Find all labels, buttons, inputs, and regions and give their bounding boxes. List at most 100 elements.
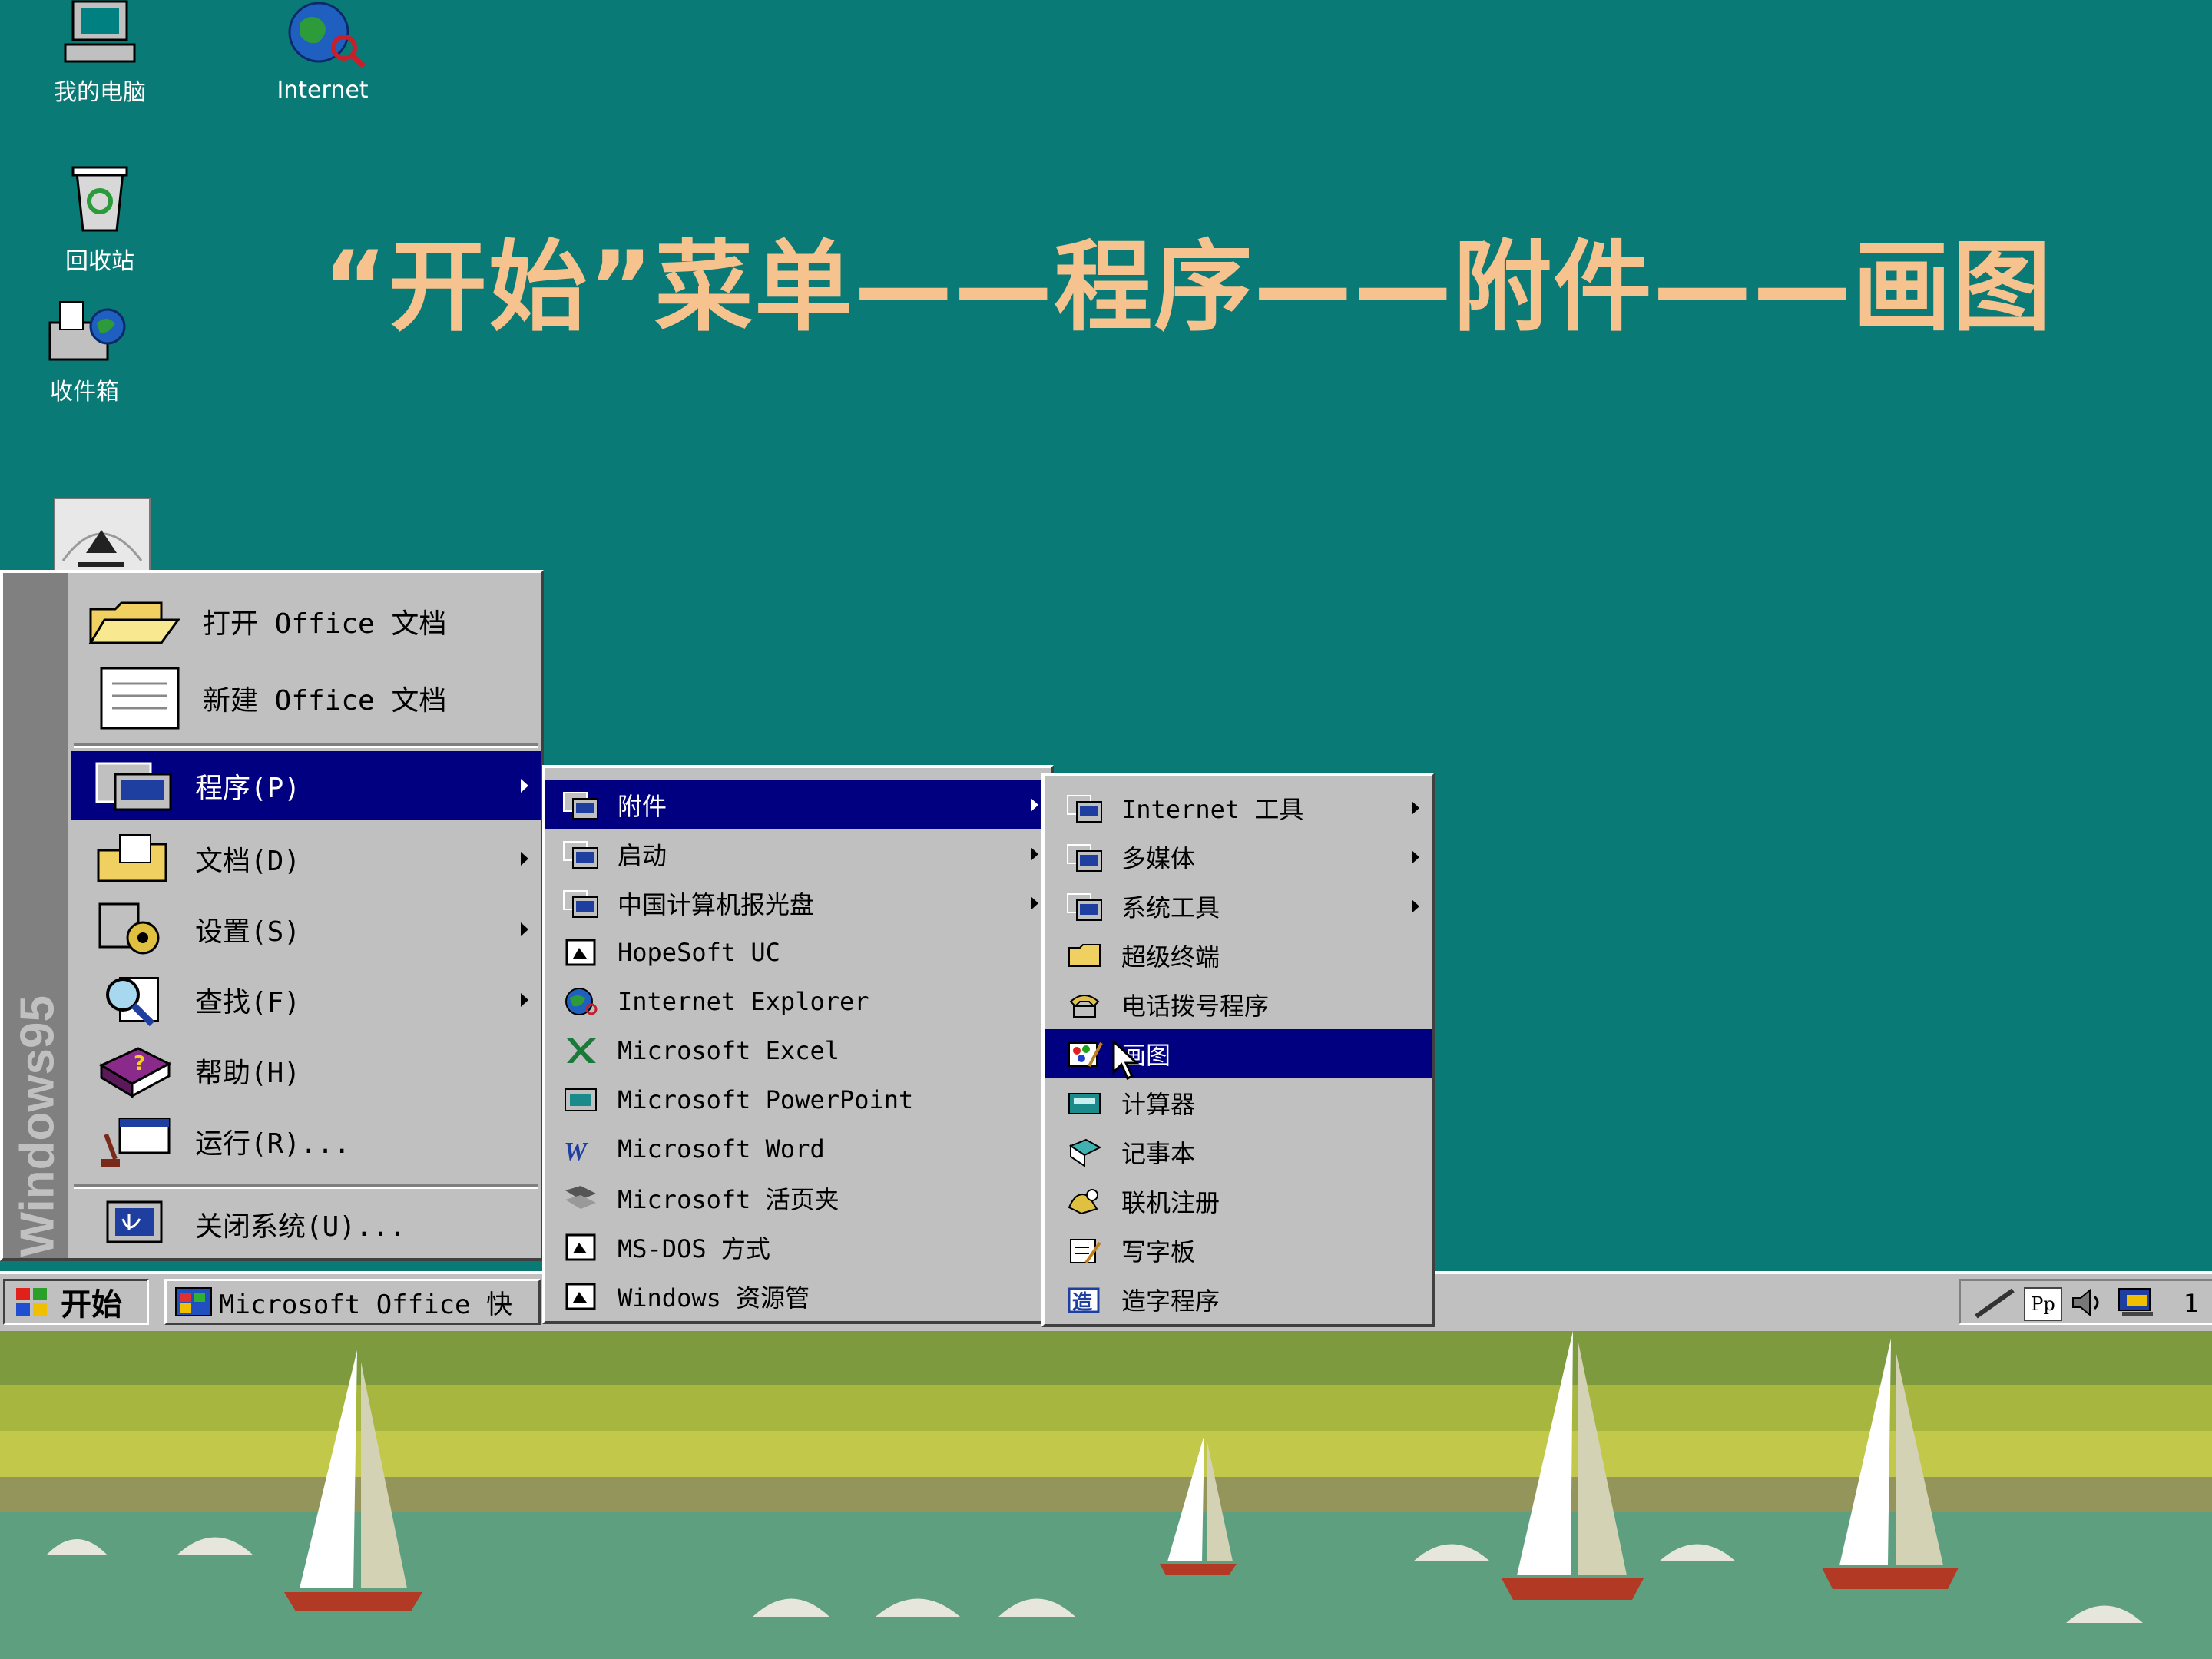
menu-item-cd-group[interactable]: 中国计算机报光盘 bbox=[545, 879, 1051, 928]
start-menu-banner-text: Windows95 bbox=[11, 995, 65, 1257]
menu-item-label: 系统工具 bbox=[1121, 893, 1220, 922]
menu-item-excel[interactable]: Microsoft Excel bbox=[545, 1026, 1051, 1075]
menu-item-label: 超级终端 bbox=[1121, 942, 1220, 972]
menu-item-label: 多媒体 bbox=[1121, 844, 1196, 873]
menu-item-label: 新建 Office 文档 bbox=[203, 685, 447, 717]
menu-item-hyperterminal[interactable]: 超级终端 bbox=[1045, 931, 1432, 980]
program-group-icon bbox=[1067, 795, 1102, 823]
desktop-icon-recycle-bin[interactable]: 回收站 bbox=[15, 161, 184, 276]
menu-item-powerpoint[interactable]: Microsoft PowerPoint bbox=[545, 1075, 1051, 1124]
menu-item-accessories[interactable]: 附件 bbox=[545, 780, 1051, 830]
menu-item-paint[interactable]: 画图 bbox=[1045, 1029, 1432, 1078]
menu-item-msdos[interactable]: MS-DOS 方式 bbox=[545, 1223, 1051, 1272]
menu-item-label: HopeSoft UC bbox=[618, 938, 780, 967]
help-book-icon: ? bbox=[98, 1047, 172, 1098]
volume-icon[interactable] bbox=[2068, 1286, 2107, 1320]
input-method-icon[interactable]: Pp bbox=[2024, 1287, 2062, 1321]
menu-item-label: 帮助(H) bbox=[195, 1058, 301, 1089]
slide-title: “开始”菜单——程序——附件——画图 bbox=[323, 230, 2053, 345]
calculator-icon bbox=[1068, 1093, 1101, 1114]
network-icon[interactable] bbox=[2114, 1286, 2161, 1320]
menu-item-calculator[interactable]: 计算器 bbox=[1045, 1078, 1432, 1128]
powerpoint-icon bbox=[565, 1088, 597, 1111]
menu-item-label: Microsoft PowerPoint bbox=[618, 1085, 914, 1114]
wordpad-icon bbox=[1070, 1239, 1101, 1264]
menu-item-label: 附件 bbox=[618, 792, 667, 821]
svg-text:造: 造 bbox=[1072, 1291, 1092, 1314]
menu-item-hopesoft-uc[interactable]: HopeSoft UC bbox=[545, 928, 1051, 977]
desktop-icon-label: 收件箱 bbox=[50, 379, 119, 406]
submenu-arrow-icon bbox=[1412, 899, 1419, 913]
submenu-arrow-icon bbox=[521, 852, 528, 866]
submenu-arrow-icon bbox=[1412, 850, 1419, 864]
menu-item-shutdown[interactable]: 关闭系统(U)... bbox=[71, 1192, 541, 1257]
menu-item-documents[interactable]: 文档(D) bbox=[71, 826, 541, 891]
menu-item-online-registration[interactable]: 联机注册 bbox=[1045, 1177, 1432, 1226]
program-group-icon bbox=[563, 841, 598, 869]
menu-item-wordpad[interactable]: 写字板 bbox=[1045, 1226, 1432, 1275]
menu-item-binder[interactable]: Microsoft 活页夹 bbox=[545, 1174, 1051, 1223]
menu-item-startup[interactable]: 启动 bbox=[545, 830, 1051, 879]
mouse-cursor-icon bbox=[1112, 1040, 1140, 1081]
menu-item-run[interactable]: 运行(R)... bbox=[71, 1109, 541, 1174]
shortcut-picture-icon bbox=[61, 530, 143, 567]
submenu-arrow-icon bbox=[521, 993, 528, 1007]
menu-item-notepad[interactable]: 记事本 bbox=[1045, 1128, 1432, 1177]
taskbar-task-button[interactable]: Microsoft Office 快 bbox=[164, 1279, 541, 1325]
menu-item-open-office-document[interactable]: 打开 Office 文档 bbox=[71, 587, 541, 656]
start-button[interactable]: 开始 bbox=[3, 1279, 149, 1325]
menu-item-label: Microsoft 活页夹 bbox=[618, 1185, 839, 1214]
internet-globe-icon bbox=[288, 2, 366, 68]
menu-item-internet-tools[interactable]: Internet 工具 bbox=[1045, 783, 1432, 833]
submenu-arrow-icon bbox=[521, 922, 528, 936]
submenu-arrow-icon bbox=[521, 779, 528, 793]
desktop-shortcut-icon[interactable] bbox=[54, 498, 151, 571]
menu-item-label: 中国计算机报光盘 bbox=[618, 890, 815, 919]
start-menu: Windows95 打开 Office 文档 新建 Office 文档 程序(P… bbox=[0, 570, 544, 1261]
desktop-icon-inbox[interactable]: 收件箱 bbox=[0, 296, 169, 406]
menu-item-word[interactable]: W Microsoft Word bbox=[545, 1124, 1051, 1174]
menu-item-label: 记事本 bbox=[1121, 1139, 1196, 1168]
ie-icon bbox=[565, 988, 598, 1015]
windows-logo-icon bbox=[16, 1288, 47, 1316]
menu-item-char-editor[interactable]: 造 造字程序 bbox=[1045, 1275, 1432, 1324]
recycle-bin-icon bbox=[71, 166, 128, 232]
shutdown-icon bbox=[106, 1200, 163, 1243]
menu-separator bbox=[74, 1184, 538, 1189]
computer-icon bbox=[64, 0, 136, 63]
inbox-icon bbox=[48, 301, 126, 361]
menu-item-label: 画图 bbox=[1121, 1041, 1171, 1070]
menu-item-help[interactable]: ? 帮助(H) bbox=[71, 1038, 541, 1103]
menu-item-label: Microsoft Excel bbox=[618, 1036, 839, 1065]
desktop-icon-label: 我的电脑 bbox=[54, 79, 146, 106]
menu-item-windows-explorer[interactable]: Windows 资源管 bbox=[545, 1272, 1051, 1321]
programs-icon bbox=[95, 762, 172, 811]
start-menu-banner: Windows95 bbox=[3, 573, 68, 1258]
menu-item-multimedia[interactable]: 多媒体 bbox=[1045, 833, 1432, 882]
menu-item-phone-dialer[interactable]: 电话拨号程序 bbox=[1045, 980, 1432, 1029]
menu-item-label: 运行(R)... bbox=[195, 1128, 351, 1160]
menu-item-find[interactable]: 查找(F) bbox=[71, 968, 541, 1032]
program-group-icon bbox=[1067, 844, 1102, 872]
submenu-arrow-icon bbox=[1031, 847, 1038, 861]
menu-item-label: 造字程序 bbox=[1121, 1286, 1220, 1316]
find-icon bbox=[106, 977, 159, 1027]
accessories-menu: Internet 工具 多媒体 系统工具 超级终端 电话拨号程序 画图 计算器 … bbox=[1041, 773, 1435, 1327]
submenu-arrow-icon bbox=[1031, 798, 1038, 812]
menu-item-label: Windows 资源管 bbox=[618, 1283, 810, 1313]
pen-icon[interactable] bbox=[1972, 1286, 2018, 1320]
desktop-icon-internet[interactable]: Internet bbox=[238, 0, 407, 104]
menu-item-new-office-document[interactable]: 新建 Office 文档 bbox=[71, 662, 541, 734]
menu-item-programs[interactable]: 程序(P) bbox=[71, 751, 541, 820]
sailboats-illustration bbox=[46, 1331, 2143, 1623]
menu-item-label: 启动 bbox=[618, 841, 667, 870]
open-folder-icon bbox=[88, 601, 180, 644]
menu-item-system-tools[interactable]: 系统工具 bbox=[1045, 882, 1432, 931]
app-icon bbox=[565, 939, 596, 966]
menu-item-internet-explorer[interactable]: Internet Explorer bbox=[545, 977, 1051, 1026]
menu-item-settings[interactable]: 设置(S) bbox=[71, 897, 541, 962]
binder-icon bbox=[565, 1186, 596, 1209]
new-document-icon bbox=[100, 667, 180, 730]
svg-text:W: W bbox=[564, 1137, 589, 1164]
desktop-icon-my-computer[interactable]: 我的电脑 bbox=[15, 0, 184, 107]
